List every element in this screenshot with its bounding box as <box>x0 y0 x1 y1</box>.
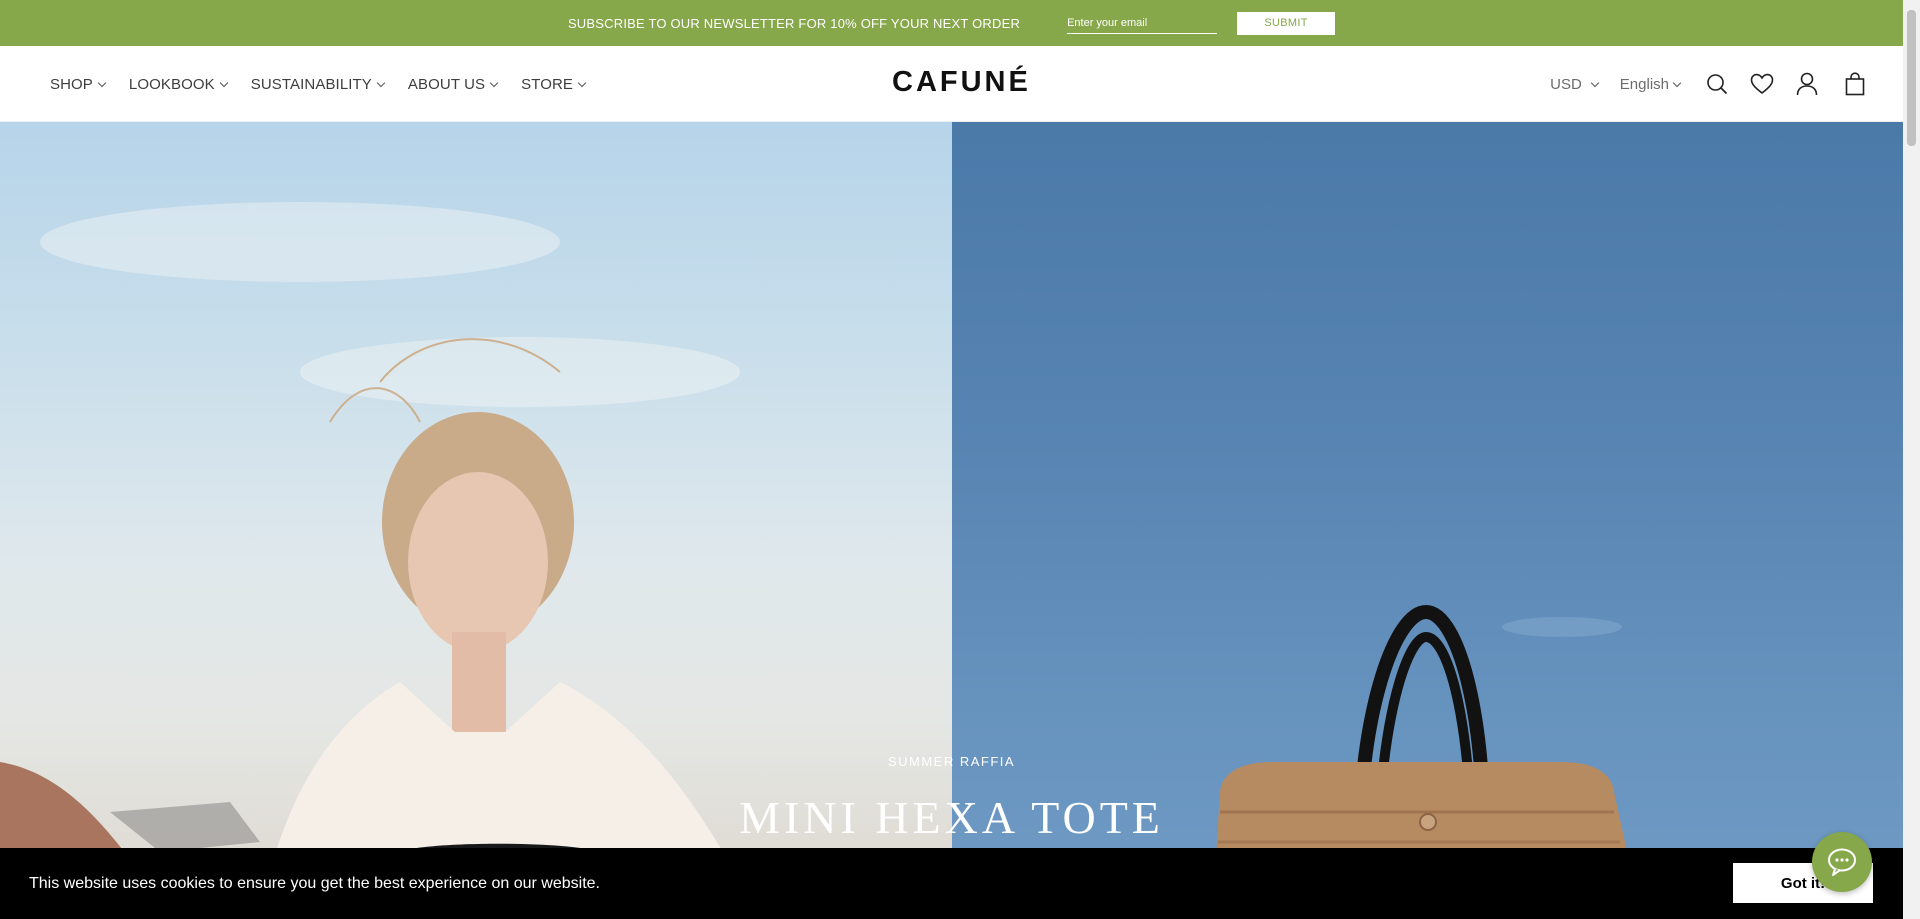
account-icon[interactable] <box>1795 72 1819 96</box>
currency-selector[interactable]: USD <box>1550 75 1600 93</box>
nav-item-label: SHOP <box>50 75 93 93</box>
chevron-down-icon <box>1590 78 1600 87</box>
nav-item-label: LOOKBOOK <box>128 75 215 93</box>
nav-item-about-us[interactable]: ABOUT US <box>407 75 499 93</box>
page-scrollbar[interactable] <box>1903 0 1920 919</box>
cart-bag-icon[interactable] <box>1843 72 1867 96</box>
wishlist-heart-icon[interactable] <box>1750 72 1774 96</box>
chevron-down-icon <box>97 78 107 87</box>
hero-banner[interactable]: SUMMER RAFFIA MINI HEXA TOTE <box>0 122 1903 919</box>
newsletter-submit-button[interactable]: SUBMIT <box>1237 11 1336 35</box>
scrollbar-thumb[interactable] <box>1907 10 1916 146</box>
hero-title[interactable]: MINI HEXA TOTE <box>0 791 1903 844</box>
chevron-down-icon <box>376 78 386 87</box>
search-icon[interactable] <box>1705 72 1729 96</box>
nav-item-label: ABOUT US <box>407 75 486 93</box>
nav-item-label: STORE <box>521 75 574 93</box>
nav-item-sustainability[interactable]: SUSTAINABILITY <box>250 75 386 93</box>
newsletter-announcement-bar: SUBSCRIBE TO OUR NEWSLETTER FOR 10% OFF … <box>0 0 1903 46</box>
currency-value: USD <box>1550 75 1582 93</box>
chat-bubble-icon[interactable] <box>1812 832 1872 892</box>
site-header: SHOP LOOKBOOK SUSTAINABILITY ABOUT US ST… <box>0 46 1903 122</box>
hero-kicker: SUMMER RAFFIA <box>887 754 1016 769</box>
newsletter-message: SUBSCRIBE TO OUR NEWSLETTER FOR 10% OFF … <box>567 15 1021 31</box>
chevron-down-icon <box>1672 78 1682 87</box>
nav-item-lookbook[interactable]: LOOKBOOK <box>128 75 228 93</box>
newsletter-email-input[interactable] <box>1067 12 1218 34</box>
chevron-down-icon <box>577 78 587 87</box>
nav-item-label: SUSTAINABILITY <box>250 75 372 93</box>
main-nav: SHOP LOOKBOOK SUSTAINABILITY ABOUT US ST… <box>50 46 609 122</box>
language-selector[interactable]: English <box>1619 75 1682 93</box>
nav-item-shop[interactable]: SHOP <box>50 75 107 93</box>
chevron-down-icon <box>489 78 499 87</box>
cookie-banner: This website uses cookies to ensure you … <box>0 848 1903 919</box>
header-tools: USD English <box>1550 46 1867 122</box>
chevron-down-icon <box>219 78 228 87</box>
language-value: English <box>1619 75 1669 93</box>
hero-caption: SUMMER RAFFIA MINI HEXA TOTE <box>0 754 1903 844</box>
brand-logo[interactable]: CAFUNÉ <box>892 66 1031 99</box>
cookie-message: This website uses cookies to ensure you … <box>29 874 600 892</box>
nav-item-store[interactable]: STORE <box>521 75 587 93</box>
